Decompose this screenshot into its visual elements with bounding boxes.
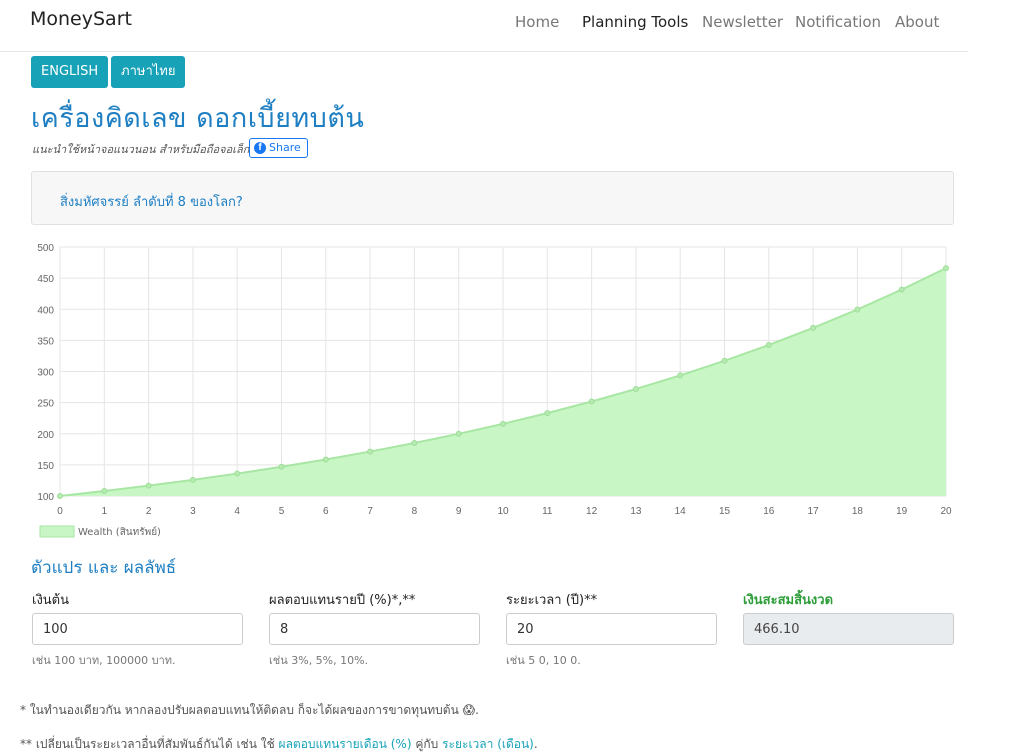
x-tick-label: 12 (586, 506, 598, 517)
brand-logo[interactable]: MoneySart (30, 8, 132, 30)
wealth-point (500, 420, 506, 427)
result-label: เงินสะสมสิ้นงวด (743, 593, 834, 608)
nav-about[interactable]: About (895, 13, 939, 31)
wealth-point (101, 488, 108, 495)
rate-label: ผลตอบแทนรายปี (%)*,** (269, 593, 416, 608)
wealth-point (721, 357, 728, 364)
wealth-chart: 100 150 200 250 300 350 400 450 500 0 1 2 3 4 5 6 7 8 9 10 1… (20, 236, 960, 542)
period-label: ระยะเวลา (ปี)** (506, 593, 598, 608)
x-tick-label: 1 (102, 506, 108, 517)
period-input[interactable] (506, 613, 717, 645)
nav-newsletter[interactable]: Newsletter (702, 13, 783, 31)
wealth-point (367, 448, 374, 455)
y-tick-label: 400 (37, 305, 54, 316)
monthly-return-link[interactable]: ผลตอบแทนรายเดือน (%) (279, 737, 412, 751)
x-tick-label: 4 (234, 506, 240, 517)
wealth-point (810, 324, 817, 331)
x-tick-label: 18 (852, 506, 864, 517)
x-tick-label: 0 (57, 506, 63, 517)
landscape-hint: แนะนำใช้หน้าจอแนวนอน สำหรับมือถือจอเล็ก (32, 143, 250, 156)
principal-help: เช่น 100 บาท, 100000 บาท. (32, 654, 176, 667)
english-button[interactable]: ENGLISH (31, 56, 109, 88)
y-tick-label: 350 (37, 336, 54, 347)
x-tick-label: 13 (630, 506, 642, 517)
wealth-point (278, 463, 285, 470)
note-period-prefix: ** เปลี่ยนเป็นระยะเวลาอื่นที่สัมพันธ์กัน… (20, 737, 275, 751)
note-period: ** เปลี่ยนเป็นระยะเวลาอื่นที่สัมพันธ์กัน… (20, 735, 538, 754)
facebook-icon: f (254, 142, 266, 154)
thai-button[interactable]: ภาษาไทย (111, 56, 186, 88)
x-tick-label: 10 (497, 506, 509, 517)
y-tick-label: 300 (37, 368, 54, 379)
x-tick-label: 8 (412, 506, 418, 517)
top-navbar: MoneySart Home Planning Tools Newsletter… (0, 0, 968, 52)
months-period-link[interactable]: ระยะเวลา (เดือน) (442, 737, 534, 751)
x-tick-label: 7 (367, 506, 373, 517)
y-tick-label: 200 (37, 430, 54, 441)
facebook-share-button[interactable]: f Share (249, 138, 308, 158)
wealth-point (189, 476, 196, 483)
x-tick-label: 14 (675, 506, 687, 517)
nav-home[interactable]: Home (515, 13, 559, 31)
wealth-point (943, 265, 949, 272)
variables-section-title: ตัวแปร และ ผลลัพธ์ (31, 558, 177, 578)
page-title: เครื่องคิดเลข ดอกเบี้ยทบต้น (31, 103, 365, 134)
y-tick-label: 150 (37, 461, 54, 472)
y-tick-label: 250 (37, 399, 54, 410)
principal-label: เงินต้น (32, 593, 70, 608)
x-tick-label: 2 (146, 506, 152, 517)
wealth-point (145, 482, 152, 489)
wealth-point (57, 493, 63, 499)
result-output (743, 613, 954, 645)
wealth-point (234, 470, 241, 477)
y-tick-label: 500 (37, 243, 54, 254)
chart-svg: 1001502002503003504004505000 1 2 3 4 5 6 7 8 9 10 1… (37, 243, 952, 538)
nav-notification[interactable]: Notification (795, 13, 881, 31)
x-tick-label: 3 (190, 506, 196, 517)
x-tick-label: 17 (808, 506, 820, 517)
wealth-point (411, 440, 418, 447)
x-tick-label: 15 (719, 506, 731, 517)
period-help: เช่น 5 0, 10 0. (506, 654, 581, 667)
wealth-point (898, 286, 905, 293)
x-tick-label: 6 (323, 506, 329, 517)
banner-link[interactable]: สิ่งมหัศจรรย์ ลำดับที่ 8 ของโลก? (60, 191, 243, 212)
legend-swatch (39, 525, 75, 538)
principal-input[interactable] (32, 613, 243, 645)
note-negative-return: * ในทำนองเดียวกัน หากลองปรับผลตอบแทนให้ต… (20, 703, 479, 717)
legend-label: Wealth (สินทรัพย์) (78, 526, 161, 538)
x-tick-label: 20 (940, 506, 952, 517)
x-tick-label: 9 (456, 506, 462, 517)
note-period-suffix: . (533, 737, 538, 751)
share-label: Share (269, 141, 301, 154)
wealth-point (588, 398, 595, 405)
rate-input[interactable] (269, 613, 480, 645)
x-tick-label: 16 (763, 506, 775, 517)
note-period-mid: คู่กับ (415, 737, 439, 751)
wealth-point (632, 385, 639, 392)
y-tick-label: 100 (37, 492, 54, 503)
rate-help: เช่น 3%, 5%, 10%. (269, 654, 369, 667)
wealth-point (322, 456, 329, 463)
wealth-point (455, 430, 462, 437)
wealth-point (765, 341, 772, 348)
wealth-point (854, 306, 861, 313)
x-tick-label: 11 (542, 506, 553, 517)
x-tick-label: 19 (896, 506, 908, 517)
y-tick-label: 450 (37, 274, 54, 285)
wealth-point (677, 372, 684, 379)
nav-planning-tools[interactable]: Planning Tools (582, 13, 688, 31)
info-banner: สิ่งมหัศจรรย์ ลำดับที่ 8 ของโลก? (31, 171, 954, 225)
wealth-point (544, 410, 551, 417)
x-tick-label: 5 (279, 506, 285, 517)
